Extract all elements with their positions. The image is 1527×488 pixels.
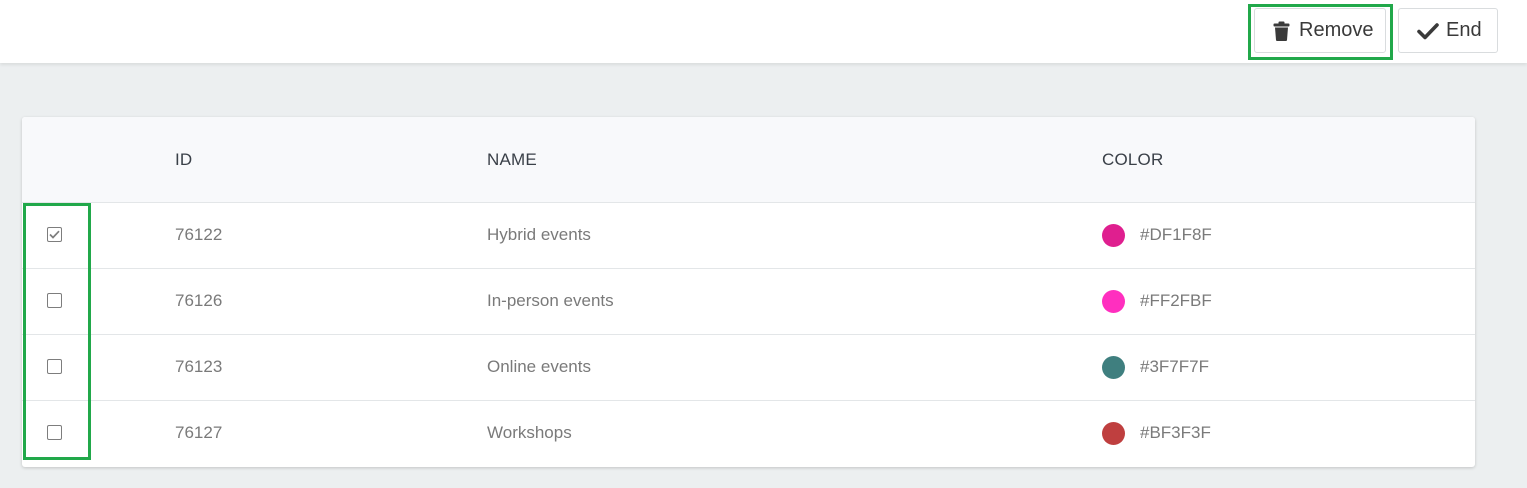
events-table: ID NAME COLOR 76122 Hybrid events #DF1F8… (22, 117, 1475, 467)
row-color-hex: #3F7F7F (1140, 357, 1209, 376)
column-header-name: NAME (487, 150, 537, 169)
row-color-hex: #FF2FBF (1140, 291, 1212, 310)
row-checkbox[interactable] (47, 293, 62, 308)
table-header: ID NAME COLOR (22, 117, 1475, 203)
end-button-label: End (1446, 19, 1482, 41)
end-button[interactable]: End (1398, 8, 1498, 53)
check-icon (1417, 22, 1439, 40)
row-id: 76122 (175, 225, 223, 244)
checkmark-icon (49, 230, 60, 239)
remove-button-label: Remove (1299, 19, 1374, 41)
column-header-color: COLOR (1102, 150, 1164, 169)
row-checkbox[interactable] (47, 227, 62, 242)
table-row[interactable]: 76122 Hybrid events #DF1F8F (22, 203, 1475, 269)
trash-icon (1273, 21, 1290, 41)
color-swatch (1102, 422, 1125, 445)
row-checkbox[interactable] (47, 359, 62, 374)
table-row[interactable]: 76123 Online events #3F7F7F (22, 335, 1475, 401)
table-row[interactable]: 76126 In-person events #FF2FBF (22, 269, 1475, 335)
row-name: Hybrid events (487, 225, 591, 244)
row-color-hex: #BF3F3F (1140, 423, 1211, 442)
column-header-id: ID (175, 150, 193, 169)
top-toolbar: Remove End (0, 0, 1527, 63)
table-row[interactable]: 76127 Workshops #BF3F3F (22, 401, 1475, 467)
row-name: Workshops (487, 423, 572, 442)
row-color-hex: #DF1F8F (1140, 225, 1212, 244)
row-name: Online events (487, 357, 591, 376)
color-swatch (1102, 290, 1125, 313)
remove-button[interactable]: Remove (1254, 8, 1386, 53)
row-id: 76127 (175, 423, 223, 442)
color-swatch (1102, 356, 1125, 379)
color-swatch (1102, 224, 1125, 247)
row-checkbox[interactable] (47, 425, 62, 440)
row-name: In-person events (487, 291, 614, 310)
row-id: 76126 (175, 291, 223, 310)
row-id: 76123 (175, 357, 223, 376)
